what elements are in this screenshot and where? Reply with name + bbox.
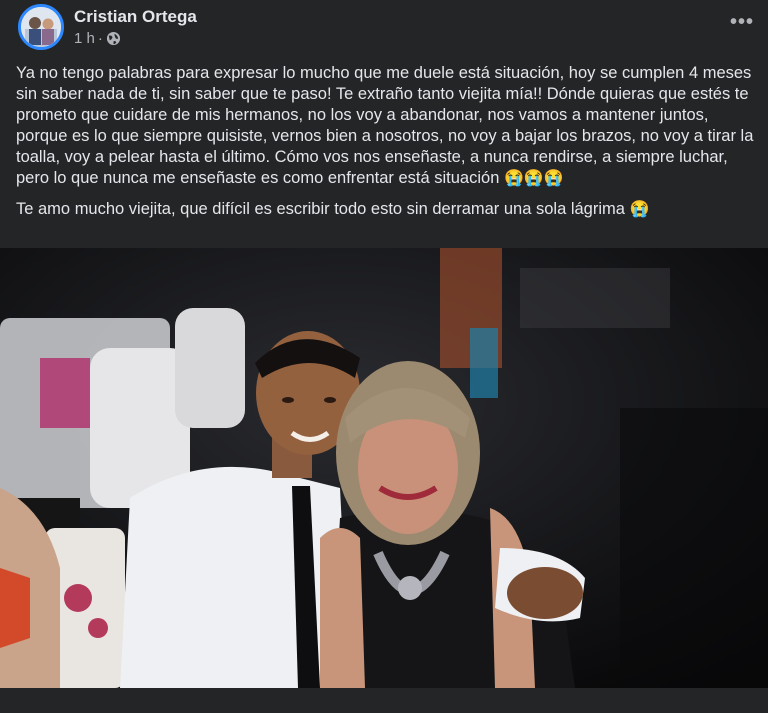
post-paragraph-1: Ya no tengo palabras para expresar lo mu… bbox=[16, 63, 756, 189]
crying-face-emoji: 😭😭😭 bbox=[503, 170, 564, 187]
facebook-post: Cristian Ortega 1 h · ••• Ya no tengo pa… bbox=[0, 0, 768, 713]
author-avatar[interactable] bbox=[18, 4, 64, 50]
post-header: Cristian Ortega 1 h · ••• bbox=[0, 0, 768, 56]
paragraph-1-text: Ya no tengo palabras para expresar lo mu… bbox=[16, 64, 754, 187]
author-name[interactable]: Cristian Ortega bbox=[74, 7, 197, 27]
post-time[interactable]: 1 h bbox=[74, 30, 95, 47]
post-meta: 1 h · bbox=[74, 30, 121, 47]
photo-image bbox=[0, 248, 768, 688]
meta-separator: · bbox=[97, 30, 103, 47]
post-footer bbox=[0, 688, 768, 713]
post-text: Ya no tengo palabras para expresar lo mu… bbox=[16, 63, 756, 230]
paragraph-2-text: Te amo mucho viejita, que difícil es esc… bbox=[16, 200, 625, 218]
post-photo[interactable] bbox=[0, 248, 768, 688]
more-options-icon[interactable]: ••• bbox=[728, 8, 756, 36]
post-paragraph-2: Te amo mucho viejita, que difícil es esc… bbox=[16, 199, 756, 220]
crying-face-emoji: 😭 bbox=[629, 201, 650, 218]
avatar-image bbox=[21, 7, 61, 47]
globe-icon[interactable] bbox=[106, 31, 121, 46]
